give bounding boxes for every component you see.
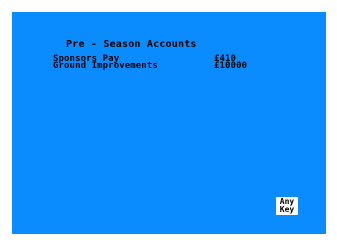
game-screen: Pre - Season Accounts Sponsors Pay £410 … <box>0 0 337 242</box>
accounts-panel: Pre - Season Accounts Sponsors Pay £410 … <box>12 12 326 234</box>
ground-improvements-label: Ground Improvements <box>53 61 158 71</box>
any-key-prompt[interactable]: Any Key <box>276 197 298 215</box>
any-key-line-2: Key <box>279 205 295 214</box>
page-title: Pre - Season Accounts <box>66 39 197 50</box>
ground-improvements-value: £10000 <box>214 61 248 71</box>
